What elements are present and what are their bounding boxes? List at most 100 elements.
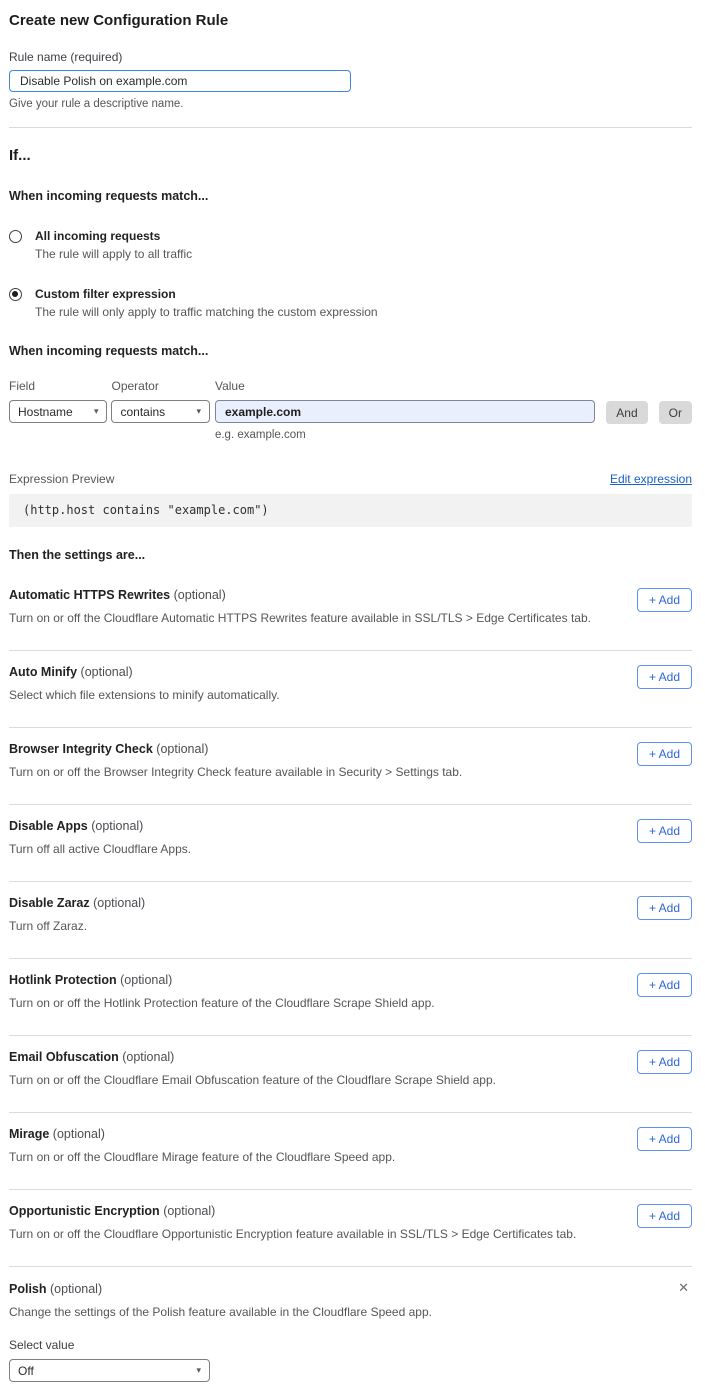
setting-automatic-https-rewrites: Automatic HTTPS Rewrites (optional) Turn… — [9, 574, 692, 651]
operator-label: Operator — [111, 379, 209, 393]
then-settings-heading: Then the settings are... — [9, 548, 692, 562]
rule-name-label: Rule name (required) — [9, 50, 692, 64]
setting-description: Turn on or off the Cloudflare Automatic … — [9, 611, 692, 625]
setting-title: Disable Zaraz (optional) — [9, 896, 692, 910]
setting-opportunistic-encryption: Opportunistic Encryption (optional) Turn… — [9, 1190, 692, 1267]
setting-description: Turn on or off the Browser Integrity Che… — [9, 765, 692, 779]
radio-option-label: All incoming requests — [35, 229, 192, 243]
expression-builder-heading: When incoming requests match... — [9, 344, 692, 358]
create-configuration-rule-page: Create new Configuration Rule Rule name … — [0, 0, 705, 1394]
polish-select-value: Off — [18, 1364, 34, 1378]
setting-title: Mirage (optional) — [9, 1127, 692, 1141]
add-button[interactable]: + Add — [637, 742, 692, 766]
setting-name: Polish — [9, 1282, 47, 1296]
setting-optional-tag: (optional) — [174, 588, 226, 602]
setting-hotlink-protection: Hotlink Protection (optional) Turn on or… — [9, 959, 692, 1036]
value-input[interactable] — [215, 400, 595, 423]
expression-builder-row: Field Hostname ▾ Operator contains ▾ Val… — [9, 379, 692, 441]
setting-description: Select which file extensions to minify a… — [9, 688, 692, 702]
setting-name: Disable Zaraz — [9, 896, 90, 910]
setting-title: Auto Minify (optional) — [9, 665, 692, 679]
setting-disable-apps: Disable Apps (optional) Turn off all act… — [9, 805, 692, 882]
setting-name: Opportunistic Encryption — [9, 1204, 160, 1218]
settings-list: Automatic HTTPS Rewrites (optional) Turn… — [9, 574, 692, 1382]
setting-optional-tag: (optional) — [53, 1127, 105, 1141]
edit-expression-link[interactable]: Edit expression — [610, 472, 692, 486]
section-divider — [9, 127, 692, 128]
field-select[interactable]: Hostname ▾ — [9, 400, 107, 423]
setting-title: Opportunistic Encryption (optional) — [9, 1204, 692, 1218]
chevron-down-icon: ▾ — [196, 406, 201, 417]
setting-optional-tag: (optional) — [122, 1050, 174, 1064]
page-title: Create new Configuration Rule — [9, 12, 692, 29]
expression-preview-header: Expression Preview Edit expression — [9, 472, 692, 486]
radio-option-label: Custom filter expression — [35, 287, 378, 301]
match-heading: When incoming requests match... — [9, 189, 692, 203]
setting-name: Mirage — [9, 1127, 49, 1141]
setting-mirage: Mirage (optional) Turn on or off the Clo… — [9, 1113, 692, 1190]
polish-value-select[interactable]: Off ▾ — [9, 1359, 210, 1382]
setting-optional-tag: (optional) — [156, 742, 208, 756]
expression-preview-code: (http.host contains "example.com") — [9, 494, 692, 527]
close-icon[interactable]: ✕ — [678, 1281, 689, 1294]
setting-title: Hotlink Protection (optional) — [9, 973, 692, 987]
rule-name-help: Give your rule a descriptive name. — [9, 98, 692, 110]
setting-description: Change the settings of the Polish featur… — [9, 1305, 692, 1319]
setting-name: Disable Apps — [9, 819, 88, 833]
add-button[interactable]: + Add — [637, 665, 692, 689]
setting-description: Turn on or off the Hotlink Protection fe… — [9, 996, 692, 1010]
value-label: Value — [215, 379, 595, 393]
setting-name: Browser Integrity Check — [9, 742, 153, 756]
setting-title: Automatic HTTPS Rewrites (optional) — [9, 588, 692, 602]
add-button[interactable]: + Add — [637, 819, 692, 843]
setting-name: Automatic HTTPS Rewrites — [9, 588, 170, 602]
field-select-value: Hostname — [18, 405, 73, 419]
setting-description: Turn off Zaraz. — [9, 919, 692, 933]
add-button[interactable]: + Add — [637, 1127, 692, 1151]
setting-title: Email Obfuscation (optional) — [9, 1050, 692, 1064]
setting-optional-tag: (optional) — [50, 1282, 102, 1296]
setting-polish: Polish (optional) ✕ Change the settings … — [9, 1267, 692, 1382]
setting-disable-zaraz: Disable Zaraz (optional) Turn off Zaraz.… — [9, 882, 692, 959]
setting-title: Browser Integrity Check (optional) — [9, 742, 692, 756]
setting-email-obfuscation: Email Obfuscation (optional) Turn on or … — [9, 1036, 692, 1113]
radio-option-all-incoming-requests[interactable]: All incoming requests The rule will appl… — [9, 229, 692, 261]
setting-optional-tag: (optional) — [91, 819, 143, 833]
select-value-label: Select value — [9, 1338, 692, 1352]
setting-description: Turn on or off the Cloudflare Opportunis… — [9, 1227, 692, 1241]
setting-name: Auto Minify — [9, 665, 77, 679]
setting-description: Turn off all active Cloudflare Apps. — [9, 842, 692, 856]
setting-title: Disable Apps (optional) — [9, 819, 692, 833]
radio-unchecked-icon[interactable] — [9, 230, 22, 243]
setting-description: Turn on or off the Cloudflare Mirage fea… — [9, 1150, 692, 1164]
setting-title: Polish (optional) — [9, 1282, 692, 1296]
rule-name-input[interactable] — [9, 70, 351, 92]
add-button[interactable]: + Add — [637, 896, 692, 920]
value-help: e.g. example.com — [215, 429, 595, 441]
add-button[interactable]: + Add — [637, 588, 692, 612]
setting-auto-minify: Auto Minify (optional) Select which file… — [9, 651, 692, 728]
radio-option-custom-filter-expression[interactable]: Custom filter expression The rule will o… — [9, 287, 692, 319]
or-button[interactable]: Or — [659, 401, 692, 424]
expression-preview-label: Expression Preview — [9, 472, 114, 486]
setting-browser-integrity-check: Browser Integrity Check (optional) Turn … — [9, 728, 692, 805]
and-button[interactable]: And — [606, 401, 647, 424]
setting-optional-tag: (optional) — [120, 973, 172, 987]
operator-select-value: contains — [120, 405, 165, 419]
radio-option-description: The rule will apply to all traffic — [35, 247, 192, 261]
add-button[interactable]: + Add — [637, 973, 692, 997]
chevron-down-icon: ▾ — [94, 406, 99, 417]
add-button[interactable]: + Add — [637, 1204, 692, 1228]
setting-name: Hotlink Protection — [9, 973, 117, 987]
field-label: Field — [9, 379, 107, 393]
add-button[interactable]: + Add — [637, 1050, 692, 1074]
radio-option-description: The rule will only apply to traffic matc… — [35, 305, 378, 319]
if-heading: If... — [9, 147, 692, 164]
setting-optional-tag: (optional) — [93, 896, 145, 910]
operator-select[interactable]: contains ▾ — [111, 400, 209, 423]
setting-name: Email Obfuscation — [9, 1050, 119, 1064]
setting-optional-tag: (optional) — [163, 1204, 215, 1218]
radio-checked-icon[interactable] — [9, 288, 22, 301]
setting-description: Turn on or off the Cloudflare Email Obfu… — [9, 1073, 692, 1087]
chevron-down-icon: ▾ — [196, 1365, 201, 1376]
